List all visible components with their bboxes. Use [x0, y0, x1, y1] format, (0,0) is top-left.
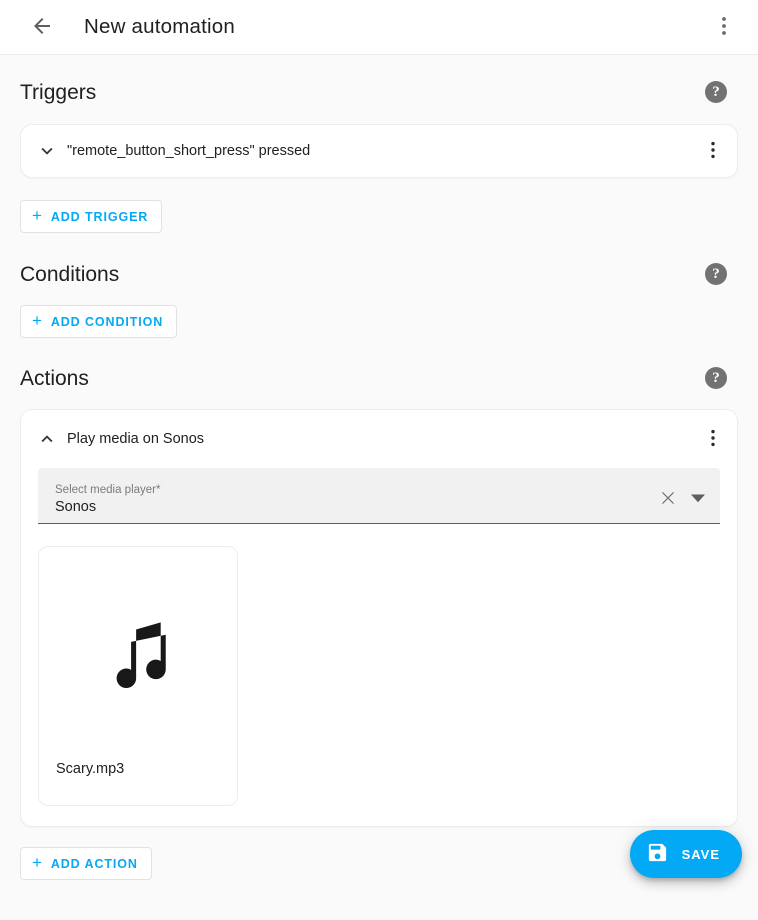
- save-label: SAVE: [681, 846, 720, 862]
- add-action-button[interactable]: + ADD ACTION: [20, 847, 152, 880]
- arrow-left-icon: [30, 14, 54, 41]
- chevron-down-icon[interactable]: [35, 139, 59, 163]
- action-row-header[interactable]: Play media on Sonos: [21, 410, 737, 468]
- dots-vertical-icon: [702, 427, 724, 452]
- trigger-label: "remote_button_short_press" pressed: [67, 143, 311, 159]
- conditions-title: Conditions: [20, 262, 120, 286]
- actions-title: Actions: [20, 366, 89, 390]
- app-bar: New automation: [0, 0, 758, 55]
- add-trigger-button[interactable]: + ADD TRIGGER: [20, 200, 163, 233]
- actions-help-icon[interactable]: ?: [705, 367, 727, 389]
- triggers-section-header: Triggers ?: [20, 81, 738, 103]
- content-save-icon: [646, 841, 669, 867]
- automation-editor-content: Triggers ? "remote_button_short_press" p…: [0, 81, 758, 920]
- add-trigger-label: ADD TRIGGER: [50, 209, 149, 224]
- plus-icon: +: [32, 853, 43, 872]
- media-player-field-texts: Select media player* Sonos: [55, 484, 656, 523]
- trigger-row[interactable]: "remote_button_short_press" pressed: [21, 125, 737, 177]
- music-note-icon: [101, 615, 175, 694]
- media-player-field-icons: [656, 486, 710, 523]
- dots-vertical-icon: [712, 14, 736, 41]
- media-item-caption: Scary.mp3: [56, 761, 125, 777]
- media-player-combobox[interactable]: Select media player* Sonos: [38, 468, 720, 524]
- action-overflow-menu-button[interactable]: [693, 419, 733, 459]
- actions-section-header: Actions ?: [20, 367, 738, 389]
- media-item-tile[interactable]: Scary.mp3: [38, 546, 238, 806]
- media-item-thumbnail: [39, 547, 237, 761]
- triggers-help-icon[interactable]: ?: [705, 81, 727, 103]
- back-button[interactable]: [22, 7, 62, 47]
- trigger-card[interactable]: "remote_button_short_press" pressed: [20, 124, 738, 178]
- plus-icon: +: [32, 206, 43, 225]
- media-player-field-label: Select media player*: [55, 483, 161, 496]
- triggers-title: Triggers: [20, 80, 97, 104]
- save-button[interactable]: SAVE: [629, 830, 742, 878]
- chevron-up-icon[interactable]: [35, 427, 59, 451]
- action-card-body: Select media player* Sonos Scary.mp3: [21, 468, 737, 826]
- conditions-help-icon[interactable]: ?: [705, 263, 727, 285]
- close-icon[interactable]: [656, 486, 680, 510]
- add-action-label: ADD ACTION: [50, 856, 138, 871]
- menu-down-icon[interactable]: [686, 486, 710, 510]
- media-player-field-value: Sonos: [55, 498, 97, 515]
- trigger-overflow-menu-button[interactable]: [693, 131, 733, 171]
- plus-icon: +: [32, 311, 43, 330]
- add-condition-label: ADD CONDITION: [50, 314, 164, 329]
- conditions-section-header: Conditions ?: [20, 263, 738, 285]
- media-items-grid: Scary.mp3: [38, 546, 720, 806]
- page-title: New automation: [84, 15, 235, 38]
- appbar-overflow-menu-button[interactable]: [704, 7, 744, 47]
- action-card[interactable]: Play media on Sonos Select media player*…: [20, 409, 738, 827]
- add-condition-button[interactable]: + ADD CONDITION: [20, 305, 178, 338]
- action-label: Play media on Sonos: [67, 431, 205, 447]
- dots-vertical-icon: [702, 139, 724, 164]
